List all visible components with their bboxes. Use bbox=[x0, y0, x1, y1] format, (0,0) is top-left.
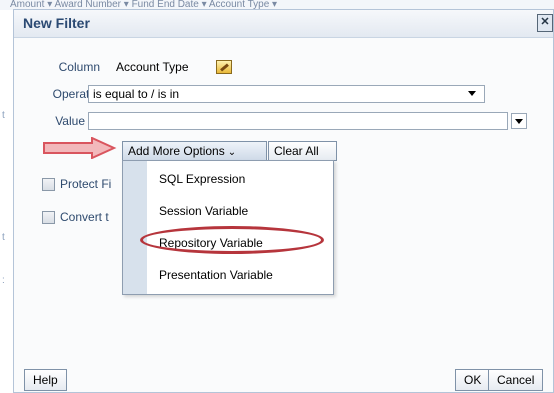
convert-filter-label: Convert t bbox=[60, 210, 109, 224]
operator-selected-value: is equal to / is in bbox=[93, 87, 180, 101]
menu-item-repository-variable[interactable]: Repository Variable bbox=[147, 229, 333, 257]
help-button[interactable]: Help bbox=[24, 369, 67, 391]
new-filter-dialog: New Filter ✕ Column Account Type Operato… bbox=[13, 9, 554, 393]
value-input[interactable] bbox=[88, 112, 508, 130]
close-button[interactable]: ✕ bbox=[537, 14, 553, 32]
add-more-options-label: Add More Options bbox=[128, 144, 225, 158]
protect-filter-label: Protect Fi bbox=[60, 177, 112, 191]
cancel-button[interactable]: Cancel bbox=[488, 369, 544, 391]
menu-item-presentation-variable[interactable]: Presentation Variable bbox=[147, 261, 333, 289]
chevron-down-icon: ⌄ bbox=[227, 147, 237, 158]
column-label: Column bbox=[58, 60, 100, 74]
dialog-title: New Filter bbox=[14, 10, 553, 38]
background-left-edge: t t : bbox=[0, 10, 14, 393]
chevron-down-icon bbox=[468, 91, 476, 96]
add-options-menu: SQL Expression Session Variable Reposito… bbox=[122, 160, 334, 295]
clear-all-button[interactable]: Clear All bbox=[268, 141, 337, 161]
menu-item-session-variable[interactable]: Session Variable bbox=[147, 197, 333, 225]
value-dropdown-button[interactable] bbox=[511, 113, 527, 129]
edit-column-icon[interactable] bbox=[216, 60, 232, 74]
background-mark: t bbox=[2, 232, 5, 243]
background-mark: : bbox=[2, 275, 5, 286]
menu-item-sql-expression[interactable]: SQL Expression bbox=[147, 165, 333, 193]
add-more-options-button[interactable]: Add More Options ⌄ bbox=[122, 141, 267, 161]
menu-gutter bbox=[123, 161, 147, 294]
ok-button[interactable]: OK bbox=[455, 369, 491, 391]
annotation-arrow-icon bbox=[43, 137, 117, 159]
value-label: Value bbox=[55, 114, 85, 128]
column-value: Account Type bbox=[116, 60, 189, 74]
background-mark: t bbox=[2, 110, 5, 121]
operator-select[interactable]: is equal to / is in bbox=[88, 85, 485, 103]
protect-filter-checkbox[interactable] bbox=[42, 178, 55, 191]
convert-filter-checkbox[interactable] bbox=[42, 211, 55, 224]
